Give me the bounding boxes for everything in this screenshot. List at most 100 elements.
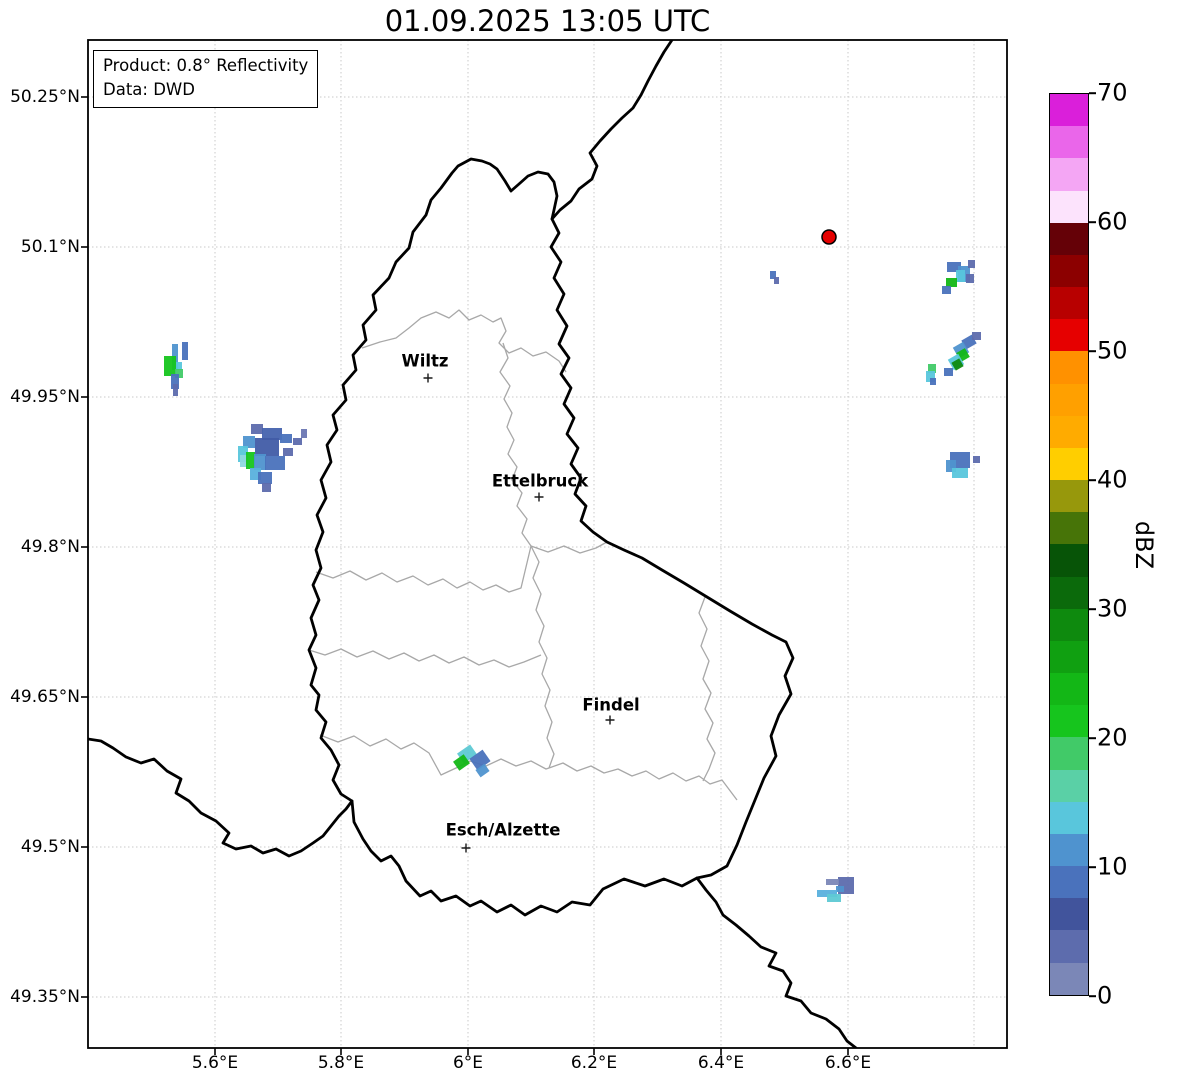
luxembourg-border	[307, 157, 795, 917]
radar-echo	[254, 454, 266, 470]
radar-figure: 01.09.2025 13:05 UTC Product: 0.8° Refle…	[0, 0, 1184, 1081]
colorbar-tick-label: 70	[1097, 78, 1128, 107]
colorbar	[1049, 93, 1089, 996]
city-markers	[423, 373, 615, 853]
colorbar-tickmark	[1089, 737, 1096, 739]
colorbar-segment	[1050, 222, 1088, 255]
radar-echo	[972, 332, 981, 340]
y-tick-label: 49.95°N	[10, 387, 80, 407]
district-borders	[308, 309, 738, 801]
radar-echo	[956, 270, 965, 282]
plot-frame	[87, 39, 1008, 1049]
radar-echo	[164, 356, 176, 376]
x-tick-label: 6°E	[452, 1053, 484, 1073]
colorbar-tick-label: 10	[1097, 852, 1128, 881]
city-marker	[534, 492, 544, 502]
colorbar-segment	[1050, 544, 1088, 577]
y-tick-label: 49.35°N	[10, 987, 80, 1007]
y-tick-label: 49.8°N	[20, 537, 80, 557]
x-tick-label: 6.4°E	[697, 1053, 745, 1073]
colorbar-tickmark	[1089, 479, 1096, 481]
radar-echo	[262, 483, 271, 492]
colorbar-segment	[1050, 415, 1088, 448]
colorbar-segment	[1050, 898, 1088, 931]
radar-echo	[283, 448, 293, 456]
colorbar-segment	[1050, 769, 1088, 802]
france-germany-border	[695, 876, 858, 1048]
country-borders	[88, 40, 858, 1048]
radar-echo	[826, 879, 839, 885]
colorbar-segment	[1050, 930, 1088, 963]
city-marker	[423, 373, 433, 383]
radar-echo	[952, 468, 968, 478]
colorbar-segment	[1050, 158, 1088, 191]
colorbar-tick-label: 0	[1097, 981, 1113, 1010]
city-marker	[461, 843, 471, 853]
colorbar-tickmark	[1089, 92, 1096, 94]
colorbar-tickmark	[1089, 866, 1096, 868]
axis-ticks	[81, 96, 849, 1055]
y-tick-label: 49.5°N	[20, 837, 80, 857]
x-tick-label: 5.6°E	[191, 1053, 239, 1073]
colorbar-tick-label: 30	[1097, 594, 1128, 623]
colorbar-segment	[1050, 480, 1088, 513]
colorbar-segment	[1050, 705, 1088, 738]
colorbar-tick-label: 50	[1097, 336, 1128, 365]
colorbar-segment	[1050, 351, 1088, 384]
radar-echo	[182, 342, 188, 360]
radar-echo	[930, 378, 936, 385]
colorbar-segment	[1050, 801, 1088, 834]
radar-echo	[774, 277, 779, 284]
y-tick-label: 50.25°N	[10, 87, 80, 107]
colorbar-segment	[1050, 383, 1088, 416]
data-source-line: Data: DWD	[103, 79, 195, 99]
colorbar-segment	[1050, 126, 1088, 159]
radar-echo	[246, 452, 255, 469]
colorbar-tickmark	[1089, 995, 1096, 997]
colorbar-segment	[1050, 866, 1088, 899]
colorbar-segment	[1050, 512, 1088, 545]
radar-echo	[176, 362, 182, 370]
radar-echo-layer	[164, 260, 981, 902]
radar-echo	[293, 438, 302, 445]
colorbar-segment	[1050, 737, 1088, 770]
radar-echo	[258, 472, 272, 484]
product-line: Product: 0.8° Reflectivity	[103, 56, 309, 75]
colorbar-segment	[1050, 94, 1088, 127]
radar-echo	[173, 384, 178, 396]
radar-echo	[280, 434, 292, 443]
city-label-ettelbruck: Ettelbruck	[491, 471, 589, 491]
colorbar-segment	[1050, 319, 1088, 352]
x-tick-label: 6.6°E	[824, 1053, 872, 1073]
y-tick-label: 49.65°N	[10, 687, 80, 707]
colorbar-segment	[1050, 962, 1088, 995]
radar-echo	[255, 438, 279, 456]
colorbar-segment	[1050, 673, 1088, 706]
radar-echo	[944, 368, 953, 376]
x-tick-label: 5.8°E	[317, 1053, 365, 1073]
belgium-germany-border	[550, 40, 674, 221]
colorbar-tickmark	[1089, 350, 1096, 352]
colorbar-segment	[1050, 447, 1088, 481]
colorbar-tickmark	[1089, 221, 1096, 223]
map-canvas	[81, 39, 1008, 1055]
radar-echo	[942, 286, 951, 294]
radar-echo	[966, 274, 974, 283]
colorbar-segment	[1050, 254, 1088, 288]
city-label-esch: Esch/Alzette	[445, 820, 561, 840]
colorbar-tick-label: 40	[1097, 465, 1128, 494]
radar-echo	[251, 424, 263, 434]
x-tick-label: 6.2°E	[570, 1053, 618, 1073]
city-label-findel: Findel	[582, 695, 640, 715]
radar-echo	[973, 456, 980, 463]
radar-echo	[836, 886, 844, 892]
radar-echo	[301, 429, 307, 438]
radar-echo	[946, 278, 957, 287]
colorbar-segment	[1050, 576, 1088, 609]
city-label-wiltz: Wiltz	[401, 351, 449, 371]
colorbar-tickmark	[1089, 608, 1096, 610]
radar-site-dot	[821, 229, 837, 245]
city-marker	[605, 715, 615, 725]
product-info-box: Product: 0.8° Reflectivity Data: DWD	[93, 50, 319, 108]
colorbar-tick-label: 60	[1097, 207, 1128, 236]
